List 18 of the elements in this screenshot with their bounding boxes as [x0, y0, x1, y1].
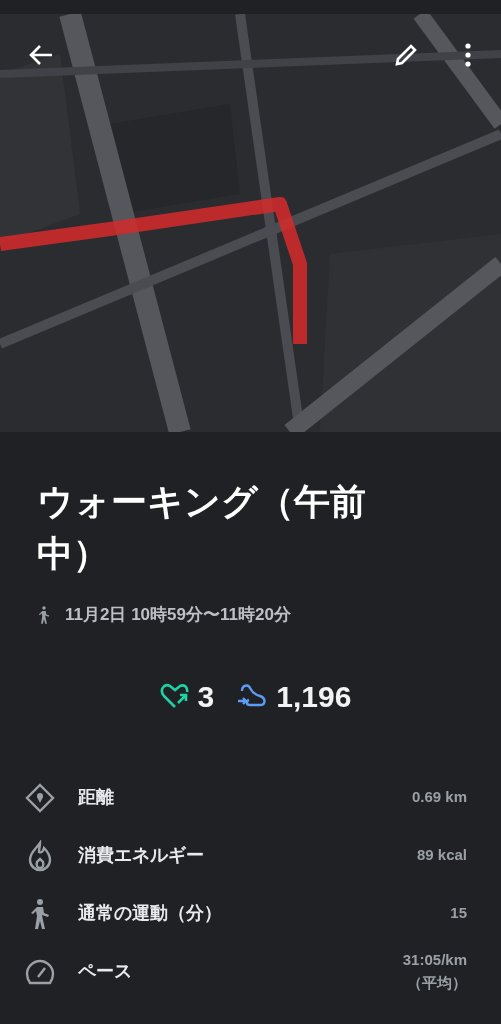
metric-value: 89 kcal [416, 845, 467, 866]
metric-value: 31:05/km [402, 950, 467, 970]
shoe-arrow-icon [236, 683, 269, 709]
metric-value: 15 [450, 903, 467, 924]
score-value: 1,196 [276, 678, 352, 715]
location-diamond-icon [24, 781, 56, 814]
metric-label: 距離 [78, 786, 115, 809]
metric-label: ペース [78, 960, 133, 983]
activity-title: ウォーキング（午前中） [37, 480, 367, 576]
flame-icon [26, 839, 54, 872]
metric-label: 消費エネルギー [78, 844, 205, 867]
score-value: 3 [197, 678, 215, 715]
metric-label: 通常の運動（分） [78, 902, 223, 925]
metric-note: （平均） [407, 972, 467, 993]
heart-arrow-icon [159, 683, 190, 709]
time-range: 11月2日 10時59分〜11時20分 [65, 604, 291, 626]
metric-value: 0.69 km [411, 787, 467, 808]
walking-person-icon [37, 604, 51, 625]
